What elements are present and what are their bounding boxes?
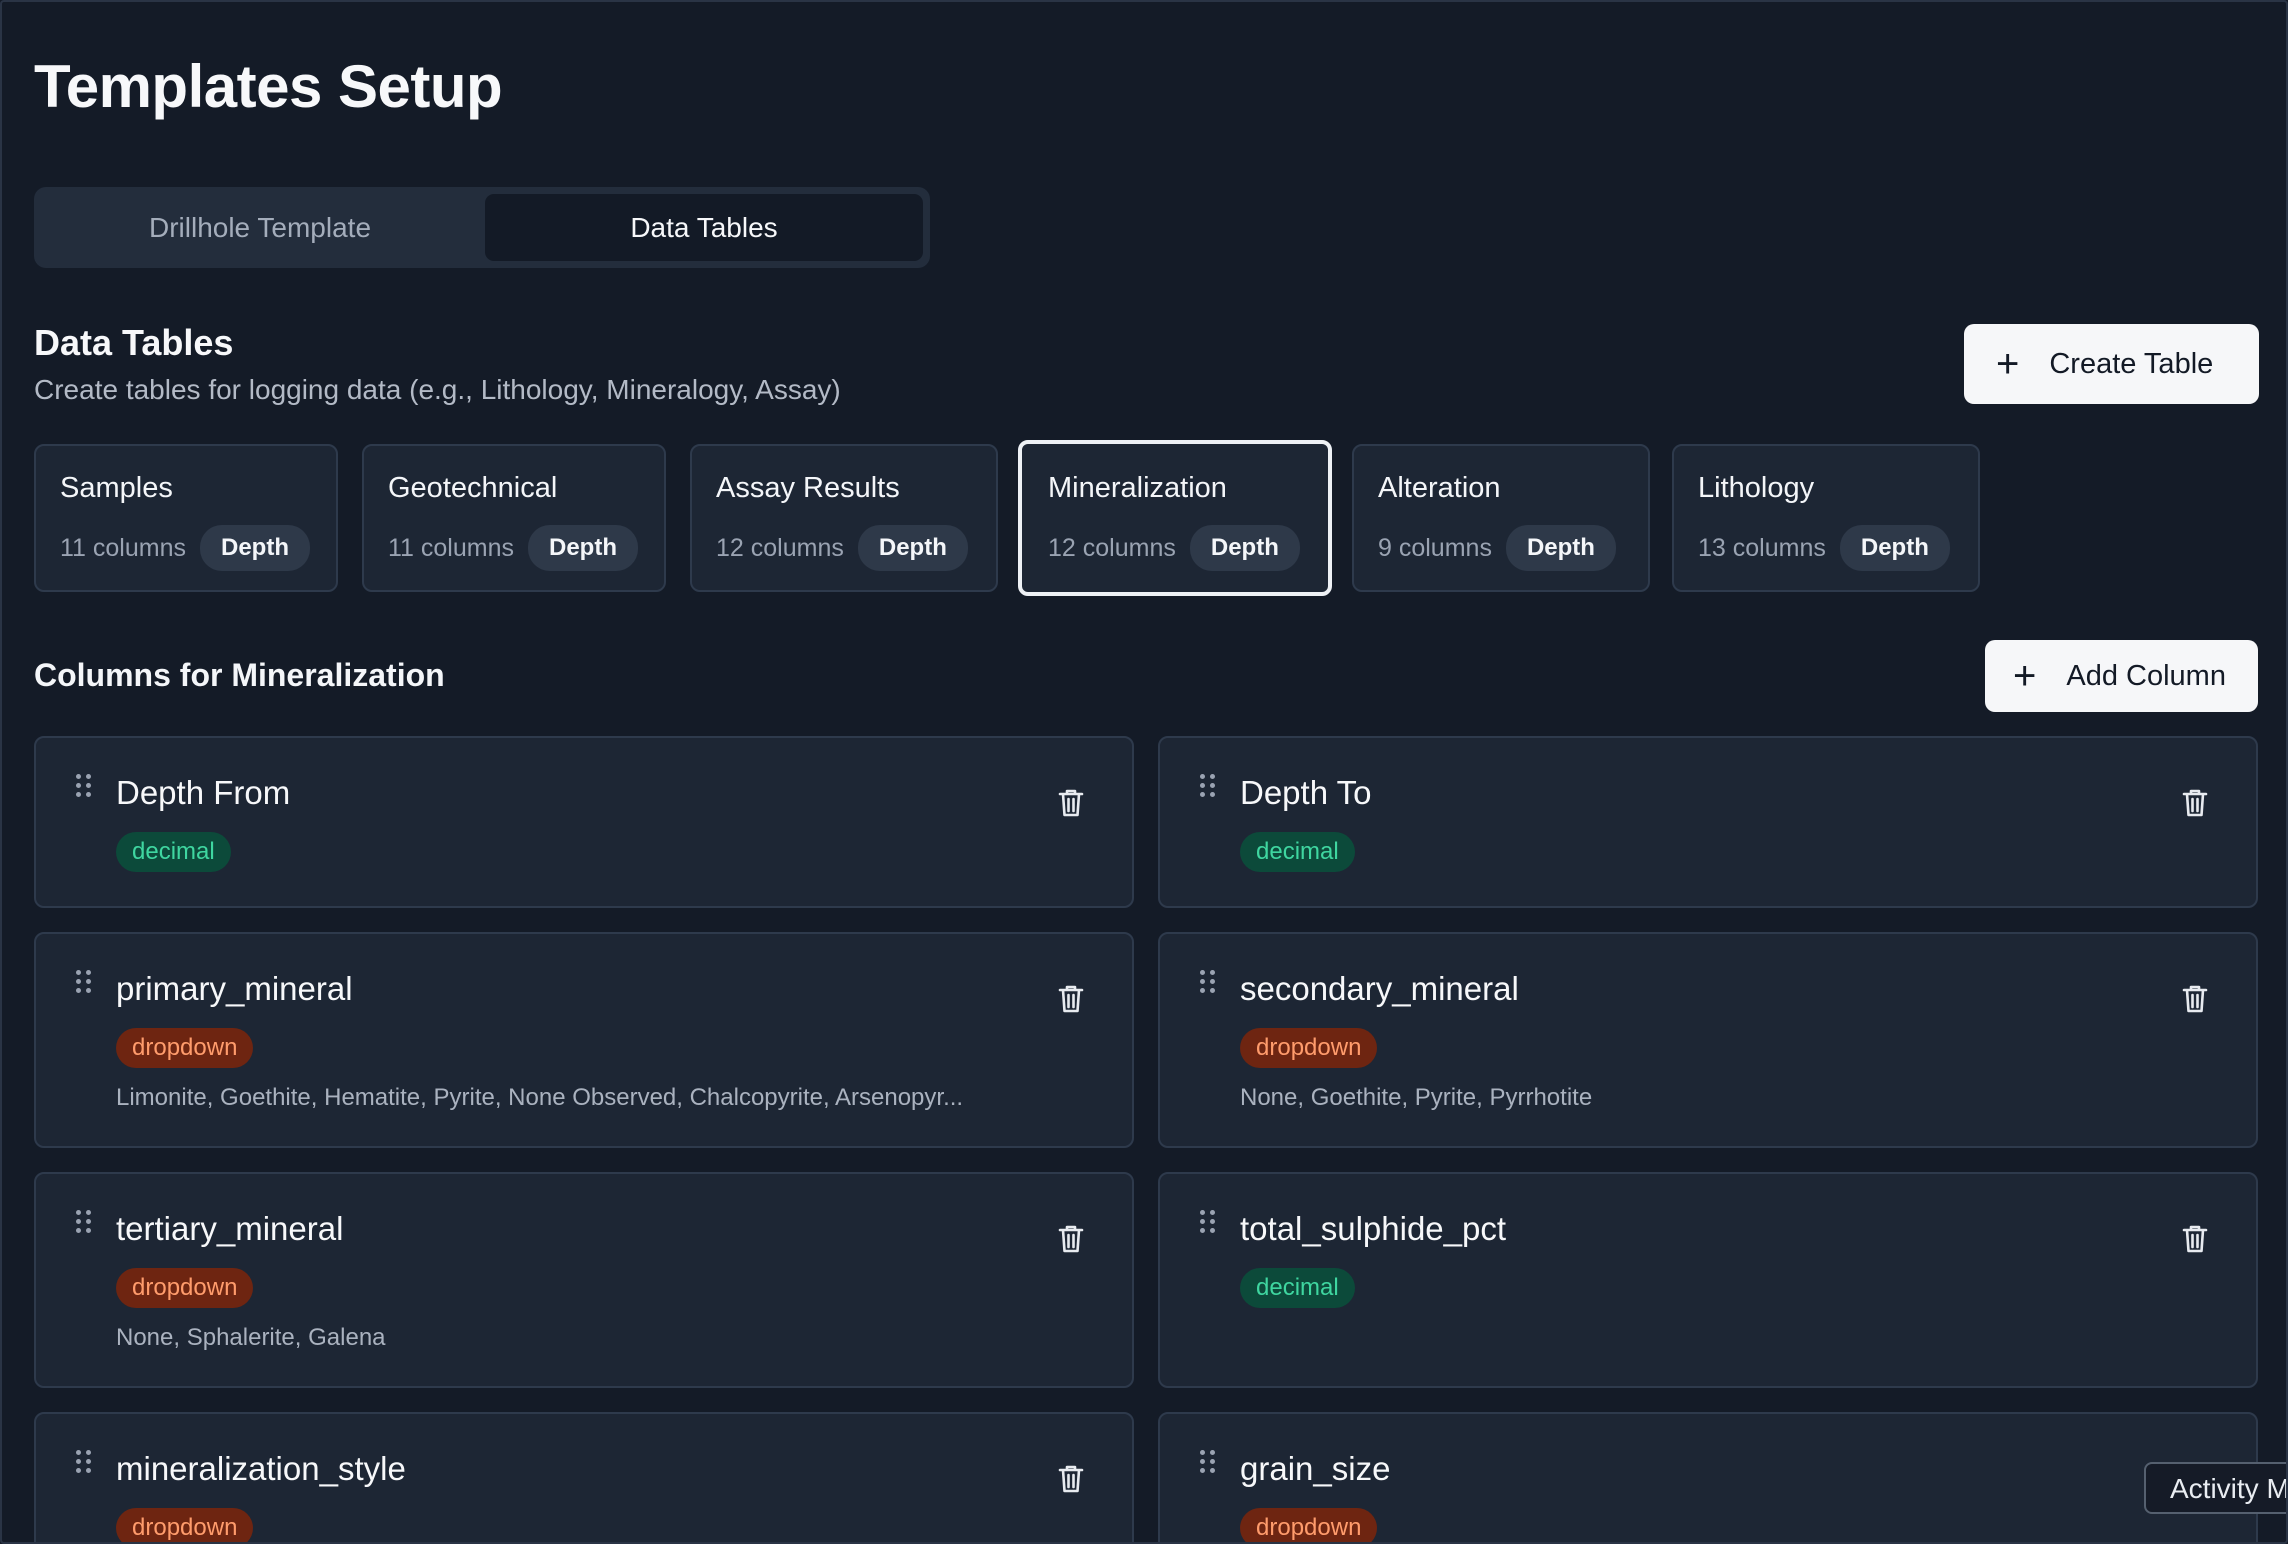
column-type-badge: dropdown xyxy=(1240,1028,1378,1068)
table-card-count: 12 columns xyxy=(1048,533,1176,562)
page-title: Templates Setup xyxy=(34,53,503,120)
tab-data-tables[interactable]: Data Tables xyxy=(485,194,923,261)
column-name: primary_mineral xyxy=(116,970,353,1007)
column-card-mineralization-style: mineralization_style dropdown xyxy=(34,1412,1134,1542)
depth-badge: Depth xyxy=(200,525,310,571)
trash-icon[interactable] xyxy=(2182,788,2208,818)
drag-handle-icon[interactable] xyxy=(76,1210,91,1233)
table-card-count: 9 columns xyxy=(1378,533,1492,562)
plus-icon: + xyxy=(1996,342,2020,386)
table-card-alteration[interactable]: Alteration 9 columns Depth xyxy=(1352,444,1650,592)
add-column-button[interactable]: + Add Column xyxy=(1985,640,2258,712)
drag-handle-icon[interactable] xyxy=(1200,1210,1215,1233)
table-card-name: Geotechnical xyxy=(388,472,558,504)
column-card-depth-to: Depth To decimal xyxy=(1158,736,2258,908)
column-name: mineralization_style xyxy=(116,1450,406,1487)
depth-badge: Depth xyxy=(857,525,968,571)
data-tables-title: Data Tables xyxy=(34,322,234,363)
depth-badge: Depth xyxy=(1189,525,1300,571)
column-card-secondary-mineral: secondary_mineral dropdown None, Goethit… xyxy=(1158,932,2258,1148)
drag-handle-icon[interactable] xyxy=(76,774,91,797)
table-card-lithology[interactable]: Lithology 13 columns Depth xyxy=(1672,444,1980,592)
column-type-badge: decimal xyxy=(116,832,231,872)
table-card-mineralization[interactable]: Mineralization 12 columns Depth xyxy=(1018,440,1332,596)
column-options: Limonite, Goethite, Hematite, Pyrite, No… xyxy=(116,1084,964,1111)
column-card-primary-mineral: primary_mineral dropdown Limonite, Goeth… xyxy=(34,932,1134,1148)
activity-tooltip: Activity M xyxy=(2144,1462,2286,1514)
trash-icon[interactable] xyxy=(1058,1224,1084,1254)
drag-handle-icon[interactable] xyxy=(1200,774,1215,797)
column-card-total-sulphide-pct: total_sulphide_pct decimal xyxy=(1158,1172,2258,1388)
table-card-samples[interactable]: Samples 11 columns Depth xyxy=(34,444,338,592)
table-card-name: Lithology xyxy=(1698,472,1815,504)
trash-icon[interactable] xyxy=(1058,788,1084,818)
table-card-assay-results[interactable]: Assay Results 12 columns Depth xyxy=(690,444,998,592)
depth-badge: Depth xyxy=(1839,525,1950,571)
column-type-badge: dropdown xyxy=(116,1028,254,1068)
drag-handle-icon[interactable] xyxy=(76,1450,91,1473)
templates-setup-page: Templates Setup Drillhole Template Data … xyxy=(0,0,2288,1544)
table-card-name: Assay Results xyxy=(716,472,900,504)
column-name: secondary_mineral xyxy=(1240,970,1519,1007)
create-table-button[interactable]: + Create Table xyxy=(1964,324,2259,404)
columns-title: Columns for Mineralization xyxy=(34,657,445,693)
depth-badge: Depth xyxy=(528,525,638,571)
template-tabs: Drillhole Template Data Tables xyxy=(34,187,930,268)
column-options: None, Goethite, Pyrite, Pyrrhotite xyxy=(1240,1084,1593,1111)
column-name: grain_size xyxy=(1240,1450,1391,1487)
column-type-badge: decimal xyxy=(1240,832,1355,872)
column-options: None, Sphalerite, Galena xyxy=(116,1324,386,1351)
column-name: tertiary_mineral xyxy=(116,1210,344,1247)
drag-handle-icon[interactable] xyxy=(76,970,91,993)
column-name: Depth To xyxy=(1240,774,1372,811)
plus-icon: + xyxy=(2013,654,2037,698)
column-type-badge: decimal xyxy=(1240,1268,1355,1308)
column-type-badge: dropdown xyxy=(116,1268,254,1308)
column-type-badge: dropdown xyxy=(116,1508,254,1542)
column-card-tertiary-mineral: tertiary_mineral dropdown None, Sphaleri… xyxy=(34,1172,1134,1388)
table-card-geotechnical[interactable]: Geotechnical 11 columns Depth xyxy=(362,444,666,592)
table-card-name: Mineralization xyxy=(1048,472,1227,504)
depth-badge: Depth xyxy=(1505,525,1616,571)
table-card-count: 12 columns xyxy=(716,533,844,562)
column-name: Depth From xyxy=(116,774,291,811)
tab-drillhole-template[interactable]: Drillhole Template xyxy=(41,194,479,261)
table-card-count: 11 columns xyxy=(60,533,186,562)
add-column-label: Add Column xyxy=(2066,659,2226,692)
drag-handle-icon[interactable] xyxy=(1200,1450,1215,1473)
create-table-label: Create Table xyxy=(2049,347,2214,380)
table-card-count: 13 columns xyxy=(1698,533,1826,562)
column-card-depth-from: Depth From decimal xyxy=(34,736,1134,908)
data-tables-subtitle: Create tables for logging data (e.g., Li… xyxy=(34,374,841,405)
column-card-grain-size: grain_size dropdown xyxy=(1158,1412,2258,1542)
column-type-badge: dropdown xyxy=(1240,1508,1378,1542)
table-card-name: Samples xyxy=(60,472,173,504)
table-card-count: 11 columns xyxy=(388,533,514,562)
table-card-name: Alteration xyxy=(1378,472,1501,504)
trash-icon[interactable] xyxy=(1058,1464,1084,1494)
trash-icon[interactable] xyxy=(1058,984,1084,1014)
column-name: total_sulphide_pct xyxy=(1240,1210,1507,1247)
trash-icon[interactable] xyxy=(2182,984,2208,1014)
trash-icon[interactable] xyxy=(2182,1224,2208,1254)
drag-handle-icon[interactable] xyxy=(1200,970,1215,993)
